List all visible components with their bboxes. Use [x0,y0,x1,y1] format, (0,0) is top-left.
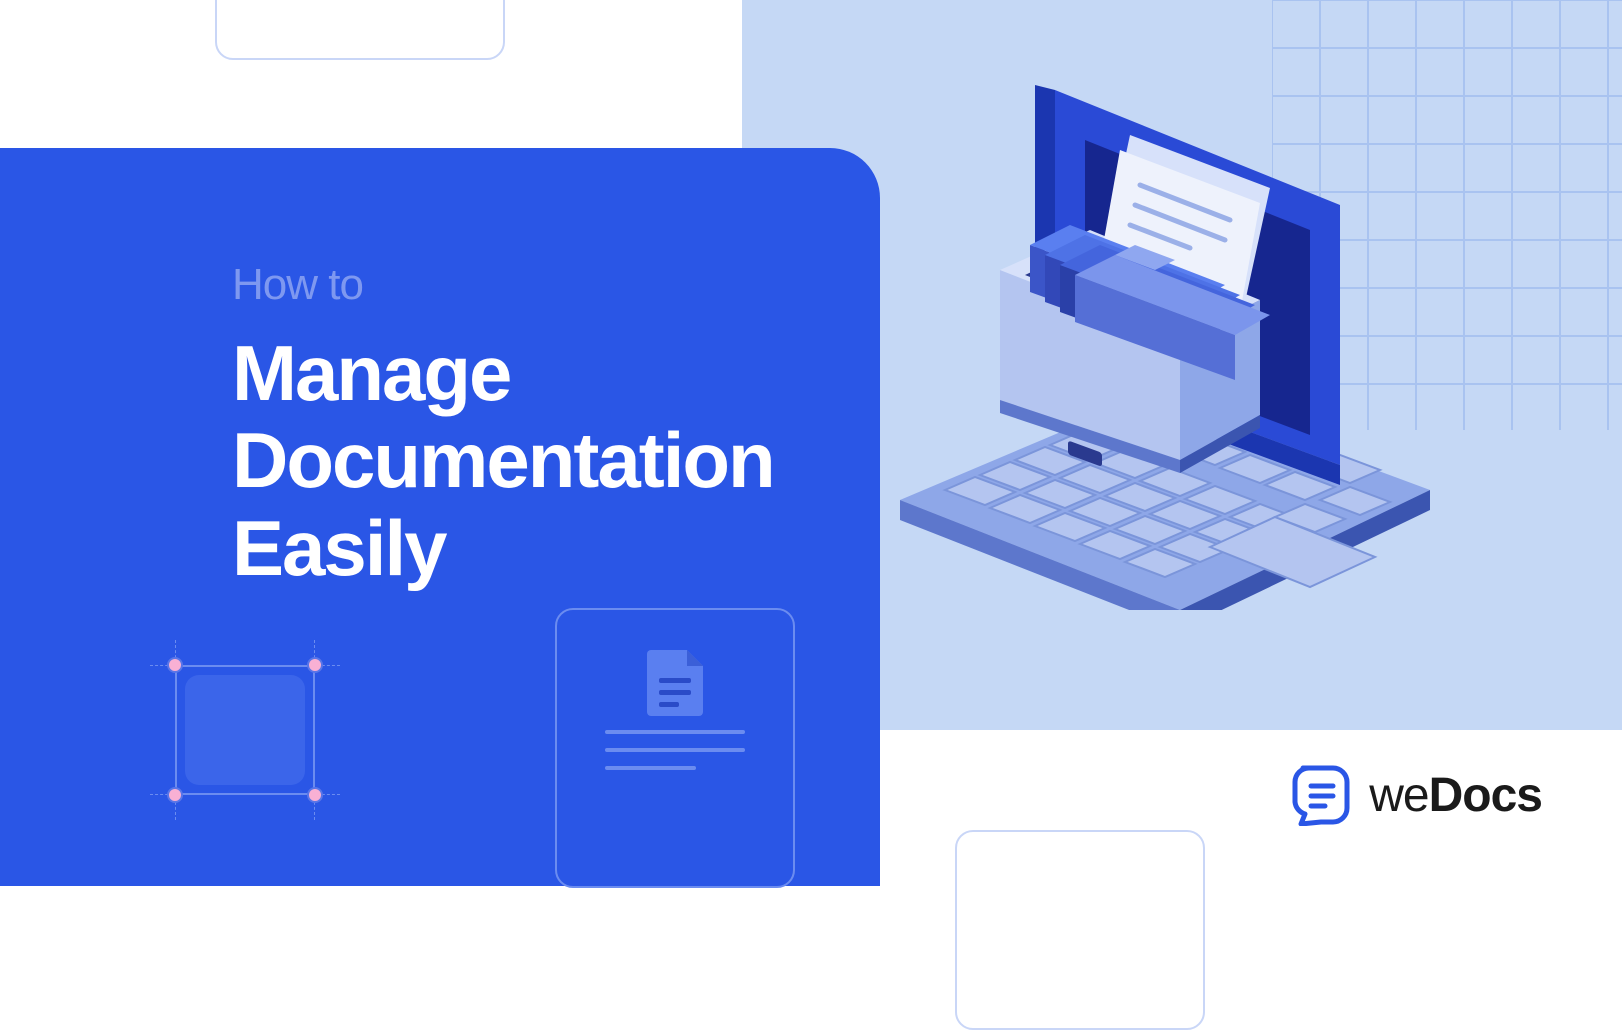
document-icon [647,650,703,716]
wedocs-logo-icon [1291,764,1353,826]
decorative-card-top [215,0,505,60]
hero-title-line-3: Easily [232,505,774,592]
brand-suffix: Docs [1429,769,1542,822]
decorative-card-bottom-right [955,830,1205,1030]
laptop-illustration [880,70,1440,610]
hero-title-line-2: Documentation [232,417,774,504]
selection-box-decoration [170,660,320,800]
hero-title-line-1: Manage [232,330,774,417]
brand-prefix: we [1369,769,1428,822]
document-lines-decoration [605,730,745,784]
banner-canvas: How to Manage Documentation Easily [0,0,1622,886]
hero-subtitle: How to [232,260,363,310]
brand-logo-text: weDocs [1369,768,1542,823]
decorative-document-card [555,608,795,888]
hero-title: Manage Documentation Easily [232,330,774,592]
brand-logo: weDocs [1291,764,1542,826]
